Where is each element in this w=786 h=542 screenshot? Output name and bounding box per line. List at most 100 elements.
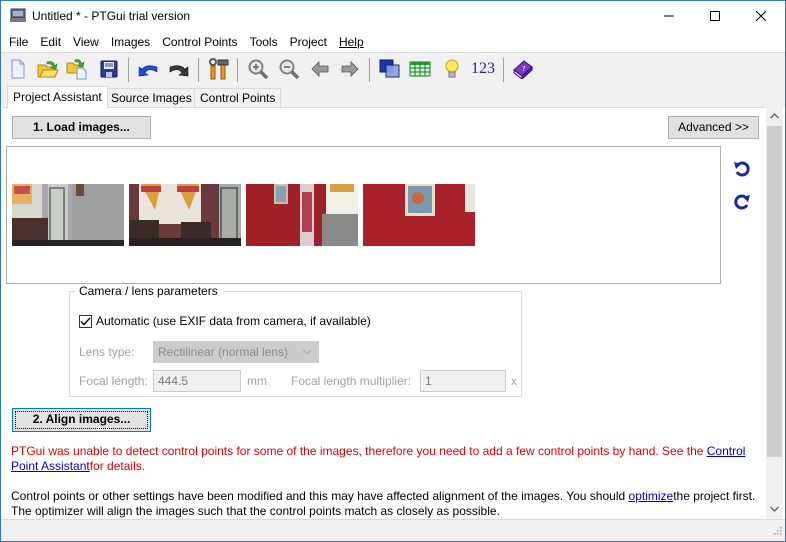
save-button[interactable] bbox=[97, 57, 121, 81]
zoom-out-button[interactable] bbox=[277, 57, 301, 81]
ptgui-window: Untitled * - PTGui trial version File Ed… bbox=[0, 0, 786, 542]
error-text: PTGui was unable to detect control point… bbox=[11, 444, 707, 458]
image-thumbnail-2[interactable] bbox=[129, 184, 241, 246]
tools-button[interactable] bbox=[206, 57, 230, 81]
ptgui-app-icon bbox=[10, 8, 26, 23]
minimize-button[interactable] bbox=[646, 1, 692, 31]
svg-text:?: ? bbox=[522, 65, 526, 73]
camera-lens-group-title: Camera / lens parameters bbox=[76, 284, 221, 298]
scroll-down-button[interactable] bbox=[766, 500, 783, 517]
tips-button[interactable] bbox=[440, 57, 464, 81]
redo-button[interactable] bbox=[167, 57, 191, 81]
help-book-icon: ? bbox=[513, 60, 533, 79]
image-thumbnail-1[interactable] bbox=[12, 184, 124, 246]
lens-type-select[interactable]: Rectilinear (normal lens) bbox=[153, 341, 319, 363]
undo-icon bbox=[138, 65, 158, 77]
menu-bar: File Edit View Images Control Points Too… bbox=[1, 32, 785, 52]
menu-control-points[interactable]: Control Points bbox=[156, 32, 243, 52]
menu-help[interactable]: Help bbox=[333, 32, 370, 52]
open-folder-icon bbox=[37, 61, 59, 78]
focal-length-input[interactable]: 444.5 bbox=[153, 370, 241, 392]
automatic-exif-label: Automatic (use EXIF data from camera, if… bbox=[96, 314, 371, 328]
toolbar-separator bbox=[198, 58, 199, 82]
rotate-right-icon bbox=[734, 194, 750, 210]
status-bar bbox=[1, 519, 785, 541]
optimize-info-message: Control points or other settings have be… bbox=[11, 489, 756, 519]
info-text: Control points or other settings have be… bbox=[11, 489, 629, 503]
maximize-button[interactable] bbox=[692, 1, 738, 31]
control-point-error-message: PTGui was unable to detect control point… bbox=[11, 444, 756, 474]
undo-button[interactable] bbox=[136, 57, 160, 81]
tools-icon bbox=[209, 58, 229, 80]
menu-tools[interactable]: Tools bbox=[244, 32, 284, 52]
vertical-scrollbar[interactable] bbox=[766, 107, 783, 519]
zoom-in-button[interactable] bbox=[246, 57, 270, 81]
image-strip bbox=[6, 146, 721, 284]
scroll-up-button[interactable] bbox=[766, 107, 783, 124]
menu-view[interactable]: View bbox=[67, 32, 105, 52]
maximize-icon bbox=[710, 11, 720, 21]
close-button[interactable] bbox=[738, 1, 784, 31]
menu-help-label: Help bbox=[338, 35, 364, 49]
arrow-left-icon bbox=[311, 61, 329, 77]
open-button[interactable] bbox=[36, 57, 60, 81]
chevron-down-icon bbox=[302, 342, 312, 368]
image-thumbnail-3[interactable] bbox=[246, 184, 358, 246]
help-button[interactable]: ? bbox=[511, 57, 535, 81]
menu-edit[interactable]: Edit bbox=[34, 32, 67, 52]
menu-images[interactable]: Images bbox=[105, 32, 156, 52]
error-text-end: for details. bbox=[89, 459, 146, 473]
save-disk-icon bbox=[100, 60, 118, 78]
open-recent-icon bbox=[66, 59, 87, 80]
image-thumbnail-4[interactable] bbox=[363, 184, 475, 246]
checkmark-icon bbox=[80, 317, 91, 325]
minimize-icon bbox=[664, 15, 674, 17]
automatic-exif-checkbox[interactable] bbox=[79, 314, 92, 328]
next-button[interactable] bbox=[338, 57, 362, 81]
scrollbar-thumb[interactable] bbox=[767, 126, 782, 457]
open-recent-button[interactable] bbox=[65, 57, 89, 81]
focal-length-label: Focal length: bbox=[79, 374, 148, 388]
focal-multiplier-input[interactable]: 1 bbox=[420, 370, 506, 392]
zoom-in-icon bbox=[248, 59, 269, 80]
title-bar: Untitled * - PTGui trial version bbox=[1, 1, 785, 31]
menu-project[interactable]: Project bbox=[284, 32, 333, 52]
toolbar-separator bbox=[369, 58, 370, 82]
window-title: Untitled * - PTGui trial version bbox=[32, 9, 191, 23]
focal-multiplier-label: Focal length multiplier: bbox=[291, 374, 412, 388]
menu-file[interactable]: File bbox=[1, 32, 34, 52]
automatic-exif-row: Automatic (use EXIF data from camera, if… bbox=[79, 314, 371, 328]
new-document-icon bbox=[11, 59, 25, 79]
tab-label: Source Images bbox=[111, 91, 192, 105]
tab-label: Project Assistant bbox=[13, 90, 102, 104]
toolbar-separator bbox=[128, 58, 129, 82]
load-images-button[interactable]: 1. Load images... bbox=[12, 116, 151, 139]
toolbar-separator bbox=[503, 58, 504, 82]
toolbar-separator bbox=[237, 58, 238, 82]
zoom-out-icon bbox=[279, 59, 300, 80]
advanced-button[interactable]: Advanced >> bbox=[668, 116, 759, 139]
new-button[interactable] bbox=[6, 57, 30, 81]
panorama-editor-button[interactable] bbox=[378, 57, 402, 81]
resize-grip-icon[interactable] bbox=[772, 524, 782, 538]
lightbulb-icon bbox=[445, 59, 459, 78]
tab-source-images[interactable]: Source Images bbox=[105, 88, 198, 107]
control-point-table-button[interactable] bbox=[408, 57, 432, 81]
numerical-transform-button[interactable]: 123 bbox=[469, 57, 497, 81]
tab-project-assistant[interactable]: Project Assistant bbox=[7, 86, 108, 108]
lens-type-value: Rectilinear (normal lens) bbox=[158, 345, 289, 359]
align-images-button[interactable]: 2. Align images... bbox=[12, 408, 151, 432]
project-assistant-panel: 1. Load images... Advanced >> Camera / l… bbox=[3, 107, 765, 519]
panorama-editor-icon bbox=[379, 59, 400, 78]
tab-control-points[interactable]: Control Points bbox=[194, 88, 282, 107]
arrow-right-icon bbox=[341, 61, 359, 77]
previous-button[interactable] bbox=[308, 57, 332, 81]
redo-icon bbox=[169, 65, 189, 77]
rotate-left-button[interactable] bbox=[731, 158, 753, 180]
numeric-transform-icon: 123 bbox=[471, 60, 495, 77]
table-icon bbox=[409, 61, 431, 77]
rotate-right-button[interactable] bbox=[731, 191, 753, 213]
optimize-link[interactable]: optimize bbox=[629, 489, 674, 503]
focal-length-unit: mm bbox=[247, 374, 267, 388]
close-icon bbox=[756, 11, 766, 21]
